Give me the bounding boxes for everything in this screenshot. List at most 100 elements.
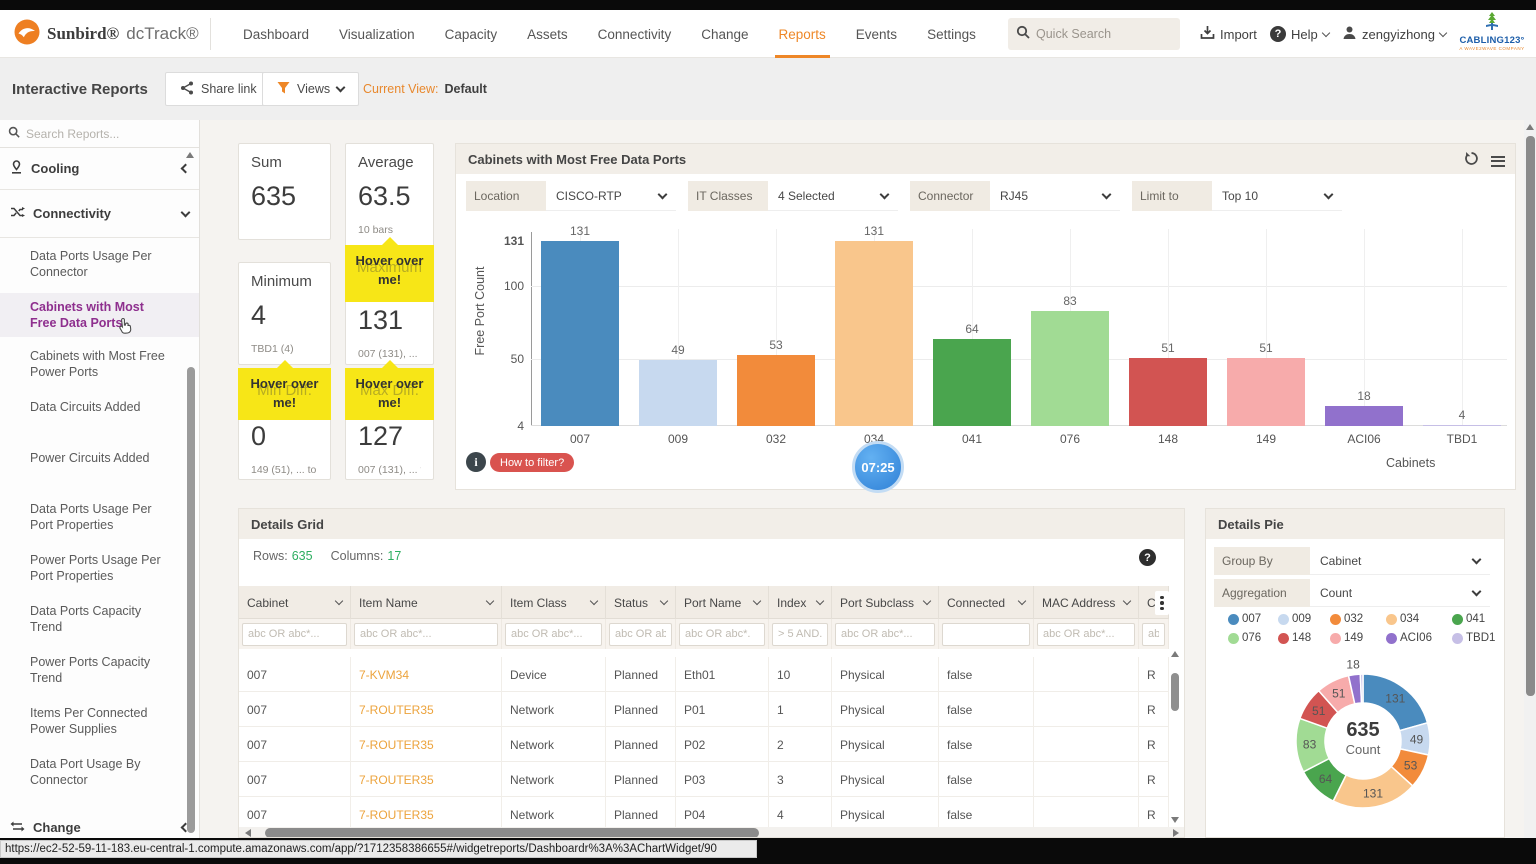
column-menu-icon[interactable] <box>1155 591 1169 615</box>
bar-148[interactable] <box>1129 358 1207 426</box>
info-icon[interactable]: i <box>466 452 486 472</box>
column-header-mac-address[interactable]: MAC Address <box>1034 586 1139 619</box>
scroll-left-arrow[interactable] <box>245 829 251 837</box>
nav-item-settings[interactable]: Settings <box>927 10 976 58</box>
refresh-timer-badge[interactable]: 07:25 <box>852 441 904 493</box>
column-filter-input[interactable] <box>242 623 347 646</box>
views-button[interactable]: Views <box>262 72 359 106</box>
column-filter-input[interactable] <box>1037 623 1135 646</box>
column-filter-input[interactable] <box>835 623 935 646</box>
refresh-icon[interactable] <box>1464 151 1479 171</box>
item-name-link[interactable]: 7-ROUTER35 <box>351 762 502 797</box>
bar-032[interactable] <box>737 355 815 426</box>
column-filter-input[interactable] <box>609 623 672 646</box>
sidebar-section-cooling[interactable]: Cooling <box>0 148 199 190</box>
sidebar-item[interactable]: Cabinets with Most Free Data Ports <box>0 293 199 337</box>
column-filter-input[interactable] <box>505 623 602 646</box>
column-header-index[interactable]: Index <box>769 586 832 619</box>
group-by-select[interactable]: Cabinet <box>1310 547 1490 575</box>
scroll-up-arrow[interactable] <box>1526 124 1534 130</box>
column-header-cabinet[interactable]: Cabinet <box>239 586 351 619</box>
scroll-up-arrow[interactable] <box>186 152 194 158</box>
column-header-port-name[interactable]: Port Name <box>676 586 769 619</box>
quick-search-input[interactable] <box>1036 27 1166 41</box>
bar-076[interactable] <box>1031 311 1109 426</box>
bar-041[interactable] <box>933 339 1011 426</box>
nav-item-connectivity[interactable]: Connectivity <box>598 10 672 58</box>
report-search[interactable] <box>0 120 199 148</box>
nav-item-capacity[interactable]: Capacity <box>445 10 498 58</box>
filter-select-connector[interactable]: RJ45 <box>990 181 1120 211</box>
nav-item-dashboard[interactable]: Dashboard <box>243 10 309 58</box>
filter-select-limit-to[interactable]: Top 10 <box>1212 181 1342 211</box>
hover-tooltip-min-diff[interactable]: Min Diff. Hover over me! <box>238 368 331 420</box>
report-search-input[interactable] <box>26 127 176 141</box>
page-scrollbar-thumb[interactable] <box>1526 136 1535 696</box>
scroll-right-arrow[interactable] <box>1173 829 1179 837</box>
bar-007[interactable] <box>541 241 619 426</box>
table-row[interactable]: 0077-KVM34DevicePlannedEth0110Physicalfa… <box>239 657 1169 692</box>
column-filter-input[interactable] <box>679 623 765 646</box>
nav-item-visualization[interactable]: Visualization <box>339 10 415 58</box>
column-header-connected[interactable]: Connected <box>939 586 1034 619</box>
nav-item-reports[interactable]: Reports <box>779 10 826 58</box>
bar-TBD1[interactable] <box>1423 425 1501 427</box>
column-filter-input[interactable] <box>354 623 498 646</box>
filter-select-it-classes[interactable]: 4 Selected <box>768 181 898 211</box>
legend-item-009[interactable]: 009 <box>1278 613 1330 625</box>
table-row[interactable]: 0077-ROUTER35NetworkPlannedP022Physicalf… <box>239 727 1169 762</box>
legend-item-148[interactable]: 148 <box>1278 632 1330 644</box>
sidebar-scrollbar-thumb[interactable] <box>187 367 195 833</box>
sidebar-section-connectivity[interactable]: Connectivity <box>0 190 199 238</box>
user-menu[interactable]: zengyizhong <box>1342 10 1446 58</box>
legend-item-007[interactable]: 007 <box>1228 613 1278 625</box>
grid-vertical-scrollbar[interactable] <box>1170 649 1181 827</box>
bar-ACI06[interactable] <box>1325 406 1403 426</box>
grid-horizontal-scrollbar[interactable] <box>239 827 1185 838</box>
item-name-link[interactable]: 7-KVM34 <box>351 657 502 692</box>
brand-logo[interactable]: Sunbird® dcTrack® <box>14 10 199 58</box>
quick-search[interactable] <box>1008 18 1180 50</box>
sidebar-item[interactable]: Data Port Usage By Connector <box>0 756 199 790</box>
legend-item-149[interactable]: 149 <box>1330 632 1386 644</box>
item-name-link[interactable]: 7-ROUTER35 <box>351 692 502 727</box>
sidebar-item[interactable]: Data Ports Capacity Trend <box>0 603 199 637</box>
column-header-status[interactable]: Status <box>606 586 676 619</box>
sidebar-item[interactable]: Power Circuits Added <box>0 450 199 484</box>
bar-009[interactable] <box>639 360 717 426</box>
grid-horizontal-thumb[interactable] <box>265 828 759 838</box>
sidebar-item[interactable]: Items Per Connected Power Supplies <box>0 705 199 739</box>
item-name-link[interactable]: 7-ROUTER35 <box>351 727 502 762</box>
bar-149[interactable] <box>1227 358 1305 426</box>
filter-select-location[interactable]: CISCO-RTP <box>546 181 676 211</box>
how-to-filter-button[interactable]: How to filter? <box>490 453 574 472</box>
nav-item-events[interactable]: Events <box>856 10 897 58</box>
hover-tooltip-max-diff[interactable]: Max Diff. Hover over me! <box>345 368 434 420</box>
scroll-down-arrow[interactable] <box>1171 817 1179 823</box>
bar-034[interactable] <box>835 241 913 426</box>
column-header-item-name[interactable]: Item Name <box>351 586 502 619</box>
legend-item-tbd1[interactable]: TBD1 <box>1452 632 1508 644</box>
column-filter-input[interactable] <box>1142 623 1165 646</box>
column-header-item-class[interactable]: Item Class <box>502 586 606 619</box>
table-row[interactable]: 0077-ROUTER35NetworkPlannedP033Physicalf… <box>239 762 1169 797</box>
legend-item-041[interactable]: 041 <box>1452 613 1508 625</box>
chart-menu-icon[interactable] <box>1491 156 1505 167</box>
table-row[interactable]: 0077-ROUTER35NetworkPlannedP011Physicalf… <box>239 692 1169 727</box>
sidebar-item[interactable]: Power Ports Capacity Trend <box>0 654 199 688</box>
import-button[interactable]: Import <box>1200 10 1257 58</box>
legend-item-032[interactable]: 032 <box>1330 613 1386 625</box>
aggregation-select[interactable]: Count <box>1310 579 1490 607</box>
scroll-up-arrow[interactable] <box>1171 651 1179 657</box>
sidebar-item[interactable]: Cabinets with Most Free Power Ports <box>0 348 199 382</box>
sidebar-item[interactable]: Data Ports Usage Per Port Properties <box>0 501 199 535</box>
legend-item-034[interactable]: 034 <box>1386 613 1452 625</box>
sidebar-section-change[interactable]: Change <box>0 807 199 838</box>
column-filter-input[interactable] <box>772 623 828 646</box>
pie-slice-tbd1[interactable] <box>1360 674 1363 703</box>
sidebar-item[interactable]: Data Circuits Added <box>0 399 199 433</box>
legend-item-076[interactable]: 076 <box>1228 632 1278 644</box>
grid-help-icon[interactable]: ? <box>1139 549 1156 566</box>
hover-tooltip-maximum[interactable]: Maximum Hover over me! <box>345 245 434 302</box>
column-header-port-subclass[interactable]: Port Subclass <box>832 586 939 619</box>
